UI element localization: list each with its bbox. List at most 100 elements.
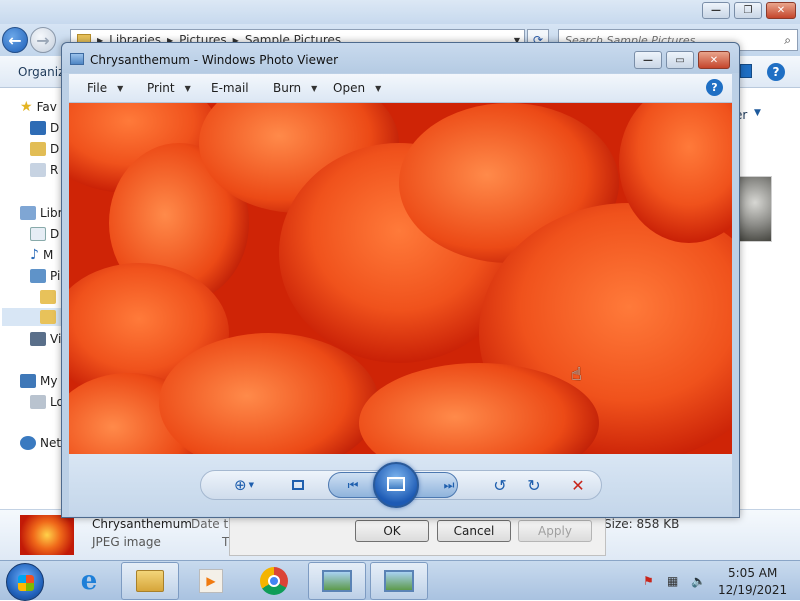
chevron-down-icon: ▼ xyxy=(184,83,191,93)
nav-item-downloads[interactable]: D xyxy=(30,140,59,158)
taskbar-media-player[interactable]: ▶ xyxy=(182,562,240,600)
recent-places-icon xyxy=(30,163,46,177)
back-button[interactable]: ← xyxy=(2,27,28,53)
nav-label: Fav xyxy=(36,100,57,114)
photo-viewer-titlebar[interactable]: Chrysanthemum - Windows Photo Viewer — ▭… xyxy=(62,43,739,73)
help-icon[interactable]: ? xyxy=(767,63,785,81)
photo-viewer-menubar: File ▼ Print ▼ E-mail Burn ▼ Open ▼ ? xyxy=(69,74,732,103)
photo-viewer-icon xyxy=(322,570,352,592)
organize-menu[interactable]: Organiz xyxy=(18,65,64,79)
image-thumbnail[interactable] xyxy=(738,176,772,242)
zoom-button[interactable]: ⊕ ▼ xyxy=(227,474,261,496)
chevron-down-icon: ▼ xyxy=(117,83,124,93)
menu-label: Print xyxy=(147,81,175,95)
volume-icon[interactable]: 🔈 xyxy=(691,574,706,588)
nav-item-desktop[interactable]: D xyxy=(30,119,59,137)
pictures-icon xyxy=(30,269,46,283)
delete-icon: ✕ xyxy=(571,475,585,495)
network-icon xyxy=(20,436,36,450)
rotate-clockwise-button[interactable]: ↻ xyxy=(523,474,545,496)
menu-label: Burn xyxy=(273,81,302,95)
nav-item-local-disk[interactable]: Lo xyxy=(30,393,64,411)
previous-icon: ⏮ xyxy=(347,477,359,492)
nav-label: D xyxy=(50,121,60,135)
burn-menu[interactable]: Burn ▼ xyxy=(273,81,317,95)
chevron-down-icon: ▼ xyxy=(311,83,318,93)
nav-item-documents[interactable]: D xyxy=(30,225,59,243)
cancel-button[interactable]: Cancel xyxy=(437,520,511,542)
forward-button[interactable]: → xyxy=(30,27,56,53)
file-size: Size: 858 KB xyxy=(604,517,680,531)
actual-size-button[interactable] xyxy=(287,474,309,496)
delete-button[interactable]: ✕ xyxy=(567,474,589,496)
ok-button[interactable]: OK xyxy=(355,520,429,542)
forward-arrow-icon: → xyxy=(36,30,50,50)
nav-item-videos[interactable]: Vi xyxy=(30,330,61,348)
desktop-icon xyxy=(30,121,46,135)
libraries-icon xyxy=(20,206,36,220)
windows-explorer-icon xyxy=(136,570,164,592)
maximize-button[interactable]: ▭ xyxy=(666,51,694,69)
windows-logo-icon xyxy=(18,575,34,591)
rotate-counterclockwise-button[interactable]: ↺ xyxy=(489,474,511,496)
taskbar-chrome[interactable] xyxy=(245,562,303,600)
photo-viewer-window: Chrysanthemum - Windows Photo Viewer — ▭… xyxy=(61,42,740,518)
open-menu[interactable]: Open ▼ xyxy=(333,81,381,95)
computer-icon xyxy=(20,374,36,388)
file-menu[interactable]: File ▼ xyxy=(87,81,123,95)
nav-item-favorites[interactable]: ★ Fav xyxy=(20,98,57,116)
slideshow-button[interactable] xyxy=(373,462,419,508)
network-icon[interactable]: ▦ xyxy=(667,574,678,588)
previous-button[interactable]: ⏮ xyxy=(341,474,365,496)
nav-label: Libr xyxy=(40,206,63,220)
minimize-button[interactable]: — xyxy=(634,51,662,69)
menu-label: File xyxy=(87,81,108,95)
print-menu[interactable]: Print ▼ xyxy=(147,81,191,95)
preview-pane-icon[interactable] xyxy=(740,64,752,78)
hand-cursor-icon: ☝ xyxy=(571,364,582,385)
email-menu[interactable]: E-mail xyxy=(211,81,249,95)
folder-icon xyxy=(40,290,56,304)
nav-item-libraries[interactable]: Libr xyxy=(20,204,63,222)
file-name: Chrysanthemum xyxy=(92,517,192,531)
close-button[interactable]: ✕ xyxy=(698,51,730,69)
nav-item-folder[interactable] xyxy=(40,288,56,306)
explorer-close-button[interactable]: ✕ xyxy=(766,2,796,19)
music-icon: ♪ xyxy=(30,247,39,263)
nav-item-recent[interactable]: R xyxy=(30,161,58,179)
taskbar-photo-viewer-1[interactable] xyxy=(308,562,366,600)
local-disk-icon xyxy=(30,395,46,409)
search-icon[interactable]: ⌕ xyxy=(784,33,791,48)
next-button[interactable]: ⏭ xyxy=(437,474,461,496)
nav-item-music[interactable]: ♪ M xyxy=(30,246,53,264)
explorer-maximize-button[interactable]: ❐ xyxy=(734,2,762,19)
nav-label: D xyxy=(50,227,60,241)
internet-explorer-icon: e xyxy=(80,566,98,596)
nav-item-sample-folder-selected[interactable] xyxy=(2,308,62,326)
window-title: Chrysanthemum - Windows Photo Viewer xyxy=(90,53,339,67)
taskbar-photo-viewer-2[interactable] xyxy=(370,562,428,600)
action-center-icon[interactable]: ⚑ xyxy=(643,574,654,588)
nav-item-network[interactable]: Net xyxy=(20,434,61,452)
explorer-minimize-button[interactable]: — xyxy=(702,2,730,19)
nav-label: Vi xyxy=(50,332,62,346)
clock-time[interactable]: 5:05 AM xyxy=(728,566,777,580)
menu-label: Open xyxy=(333,81,366,95)
chevron-down-icon[interactable]: ▼ xyxy=(754,108,761,118)
documents-icon xyxy=(30,227,46,241)
nav-item-computer[interactable]: My xyxy=(20,372,57,390)
photo-display-area[interactable] xyxy=(69,103,732,454)
nav-label: R xyxy=(50,163,59,177)
apply-button[interactable]: Apply xyxy=(518,520,592,542)
chevron-down-icon: ▼ xyxy=(375,83,382,93)
start-button[interactable] xyxy=(6,563,44,601)
clock-date[interactable]: 12/19/2021 xyxy=(718,583,787,597)
file-type: JPEG image xyxy=(92,535,161,549)
help-icon[interactable]: ? xyxy=(706,79,723,96)
next-icon: ⏭ xyxy=(443,477,455,492)
nav-label: My xyxy=(40,374,58,388)
taskbar-internet-explorer[interactable]: e xyxy=(60,562,118,600)
explorer-titlebar: — ❐ ✕ xyxy=(0,0,800,24)
nav-item-pictures[interactable]: Pi xyxy=(30,267,60,285)
taskbar-windows-explorer[interactable] xyxy=(121,562,179,600)
